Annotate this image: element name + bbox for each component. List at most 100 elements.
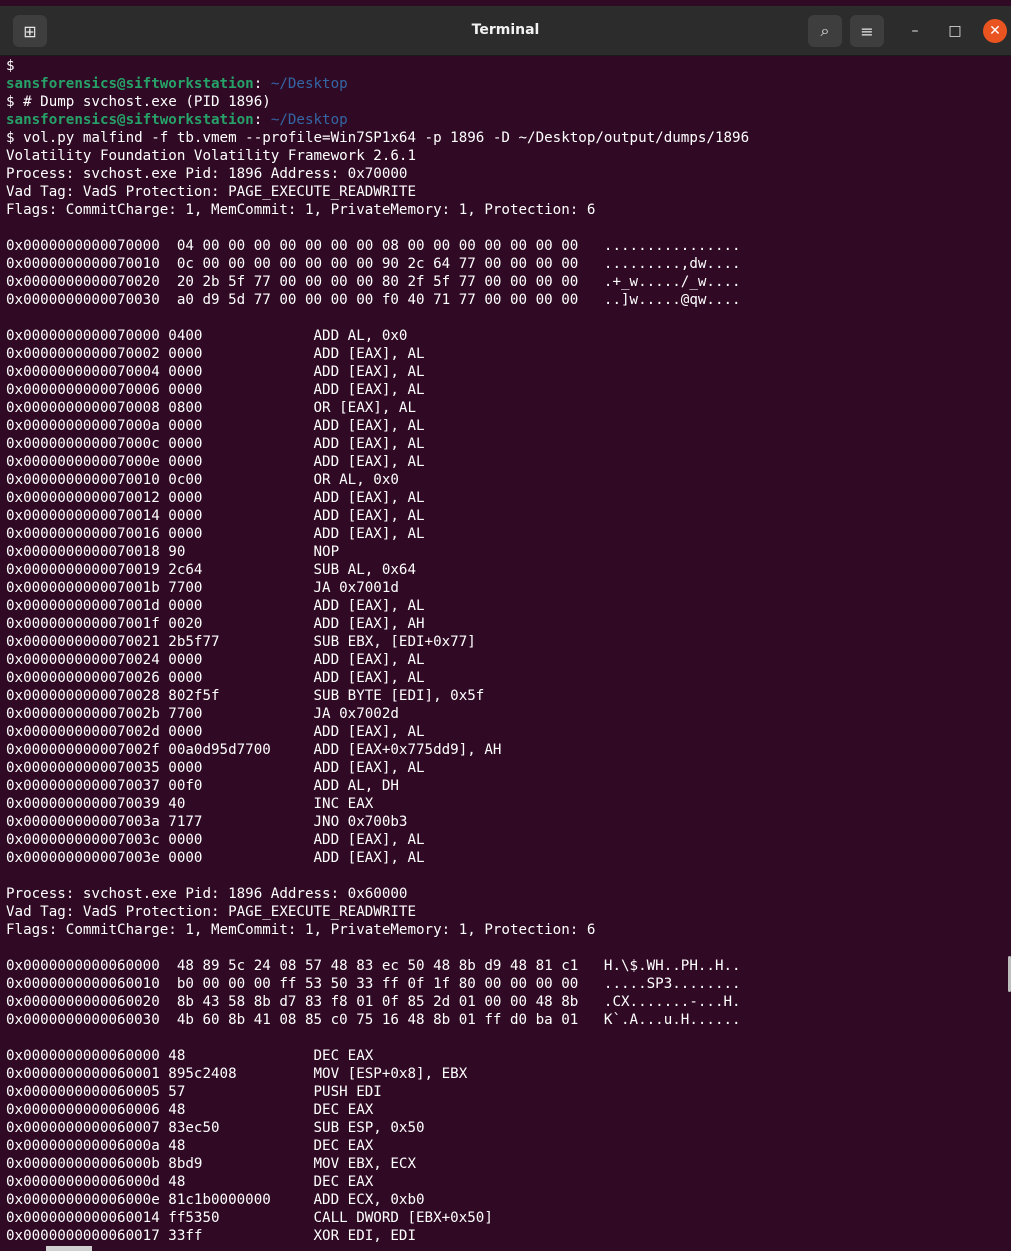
- output-text: 0x0000000000070012 0000 ADD [EAX], AL: [6, 490, 425, 506]
- hamburger-menu-icon: ≡: [860, 21, 874, 41]
- output-line: 0x0000000000070002 0000 ADD [EAX], AL: [6, 345, 1011, 363]
- output-text: 0x0000000000070039 40 INC EAX: [6, 796, 374, 812]
- output-text: 0x000000000007003c 0000 ADD [EAX], AL: [6, 832, 425, 848]
- maximize-icon: □: [948, 23, 962, 39]
- output-line: Vad Tag: VadS Protection: PAGE_EXECUTE_R…: [6, 183, 1011, 201]
- output-line: 0x0000000000070028 802f5f SUB BYTE [EDI]…: [6, 687, 1011, 705]
- output-line: 0x0000000000070020 20 2b 5f 77 00 00 00 …: [6, 273, 1011, 291]
- output-line: Vad Tag: VadS Protection: PAGE_EXECUTE_R…: [6, 903, 1011, 921]
- output-line: 0x0000000000070021 2b5f77 SUB EBX, [EDI+…: [6, 633, 1011, 651]
- output-text: 0x0000000000070006 0000 ADD [EAX], AL: [6, 382, 425, 398]
- terminal-window: ⊞ Terminal ⌕ ≡ – □ ✕ $ sansforensics@sift…: [0, 0, 1011, 1251]
- output-line: 0x0000000000060006 48 DEC EAX: [6, 1101, 1011, 1119]
- minimize-icon: –: [911, 23, 919, 39]
- output-line: 0x000000000007002b 7700 JA 0x7002d: [6, 705, 1011, 723]
- output-text: 0x000000000006000a 48 DEC EAX: [6, 1138, 374, 1154]
- output-text: Volatility Foundation Volatility Framewo…: [6, 148, 416, 164]
- output-line: 0x000000000006000d 48 DEC EAX: [6, 1173, 1011, 1191]
- output-text: 0x0000000000060014 ff5350 CALL DWORD [EB…: [6, 1210, 493, 1226]
- output-line: 0x000000000007003e 0000 ADD [EAX], AL: [6, 849, 1011, 867]
- output-text: 0x0000000000070028 802f5f SUB BYTE [EDI]…: [6, 688, 485, 704]
- output-line: 0x000000000006000e 81c1b0000000 ADD ECX,…: [6, 1191, 1011, 1209]
- horizontal-scrollbar-thumb[interactable]: [46, 1246, 92, 1251]
- maximize-button[interactable]: □: [943, 19, 967, 43]
- close-icon: ✕: [989, 23, 1001, 39]
- output-line: 0x0000000000070030 a0 d9 5d 77 00 00 00 …: [6, 291, 1011, 309]
- output-text: Process: svchost.exe Pid: 1896 Address: …: [6, 166, 408, 182]
- output-line: 0x000000000006000a 48 DEC EAX: [6, 1137, 1011, 1155]
- output-line: 0x0000000000070006 0000 ADD [EAX], AL: [6, 381, 1011, 399]
- output-text: Flags: CommitCharge: 1, MemCommit: 1, Pr…: [6, 922, 596, 938]
- output-text: 0x000000000007000e 0000 ADD [EAX], AL: [6, 454, 425, 470]
- output-text: Vad Tag: VadS Protection: PAGE_EXECUTE_R…: [6, 904, 416, 920]
- prompt-user-host: sansforensics@siftworkstation: [6, 76, 254, 92]
- output-text: 0x0000000000060000 48 DEC EAX: [6, 1048, 374, 1064]
- output-line: 0x0000000000070010 0c 00 00 00 00 00 00 …: [6, 255, 1011, 273]
- output-text: 0x000000000006000b 8bd9 MOV EBX, ECX: [6, 1156, 416, 1172]
- output-line: 0x000000000007003c 0000 ADD [EAX], AL: [6, 831, 1011, 849]
- search-icon: ⌕: [820, 21, 830, 40]
- output-text: 0x000000000007001b 7700 JA 0x7001d: [6, 580, 399, 596]
- output-text: 0x0000000000060000 48 89 5c 24 08 57 48 …: [6, 958, 741, 974]
- output-line: 0x000000000007001d 0000 ADD [EAX], AL: [6, 597, 1011, 615]
- output-text: 0x0000000000070019 2c64 SUB AL, 0x64: [6, 562, 416, 578]
- output-text: 0x0000000000070008 0800 OR [EAX], AL: [6, 400, 416, 416]
- output-text: 0x0000000000070000 04 00 00 00 00 00 00 …: [6, 238, 741, 254]
- output-line: Flags: CommitCharge: 1, MemCommit: 1, Pr…: [6, 921, 1011, 939]
- minimize-button[interactable]: –: [903, 19, 927, 43]
- output-text: 0x0000000000060006 48 DEC EAX: [6, 1102, 374, 1118]
- output-text: 0x000000000006000e 81c1b0000000 ADD ECX,…: [6, 1192, 425, 1208]
- output-line: 0x0000000000060005 57 PUSH EDI: [6, 1083, 1011, 1101]
- output-text: 0x000000000007000c 0000 ADD [EAX], AL: [6, 436, 425, 452]
- prompt-separator: :: [253, 76, 271, 92]
- output-text: $: [6, 58, 15, 74]
- output-text: 0x0000000000070016 0000 ADD [EAX], AL: [6, 526, 425, 542]
- output-text: 0x0000000000070037 00f0 ADD AL, DH: [6, 778, 399, 794]
- prompt-separator: :: [253, 112, 271, 128]
- output-line: 0x0000000000070026 0000 ADD [EAX], AL: [6, 669, 1011, 687]
- output-line: 0x0000000000060017 33ff XOR EDI, EDI: [6, 1227, 1011, 1245]
- output-line: 0x000000000007000c 0000 ADD [EAX], AL: [6, 435, 1011, 453]
- output-line: 0x0000000000070018 90 NOP: [6, 543, 1011, 561]
- menu-button[interactable]: ≡: [850, 15, 884, 47]
- output-text: 0x0000000000060010 b0 00 00 00 ff 53 50 …: [6, 976, 741, 992]
- output-line: 0x0000000000060014 ff5350 CALL DWORD [EB…: [6, 1209, 1011, 1227]
- output-text: 0x000000000007001d 0000 ADD [EAX], AL: [6, 598, 425, 614]
- output-line: 0x0000000000070012 0000 ADD [EAX], AL: [6, 489, 1011, 507]
- output-line: 0x0000000000060007 83ec50 SUB ESP, 0x50: [6, 1119, 1011, 1137]
- output-line: 0x000000000007000e 0000 ADD [EAX], AL: [6, 453, 1011, 471]
- output-text: 0x0000000000070010 0c 00 00 00 00 00 00 …: [6, 256, 741, 272]
- output-line: Process: svchost.exe Pid: 1896 Address: …: [6, 885, 1011, 903]
- output-line: $ vol.py malfind -f tb.vmem --profile=Wi…: [6, 129, 1011, 147]
- search-button[interactable]: ⌕: [808, 15, 842, 47]
- output-line: 0x0000000000070039 40 INC EAX: [6, 795, 1011, 813]
- output-text: 0x000000000007003a 7177 JNO 0x700b3: [6, 814, 408, 830]
- prompt-line: sansforensics@siftworkstation: ~/Desktop: [6, 75, 1011, 93]
- output-text: 0x000000000007002b 7700 JA 0x7002d: [6, 706, 399, 722]
- title-bar[interactable]: ⊞ Terminal ⌕ ≡ – □ ✕: [0, 6, 1011, 56]
- output-line: 0x0000000000070000 04 00 00 00 00 00 00 …: [6, 237, 1011, 255]
- output-text: 0x0000000000070026 0000 ADD [EAX], AL: [6, 670, 425, 686]
- output-line: 0x0000000000060001 895c2408 MOV [ESP+0x8…: [6, 1065, 1011, 1083]
- output-text: $ vol.py malfind -f tb.vmem --profile=Wi…: [6, 130, 750, 146]
- output-text: 0x0000000000070020 20 2b 5f 77 00 00 00 …: [6, 274, 741, 290]
- prompt-line: sansforensics@siftworkstation: ~/Desktop: [6, 111, 1011, 129]
- output-text: 0x0000000000060001 895c2408 MOV [ESP+0x8…: [6, 1066, 468, 1082]
- prompt-user-host: sansforensics@siftworkstation: [6, 112, 254, 128]
- terminal-output[interactable]: $ sansforensics@siftworkstation: ~/Deskto…: [6, 57, 1011, 1251]
- output-line: Process: svchost.exe Pid: 1896 Address: …: [6, 165, 1011, 183]
- close-button[interactable]: ✕: [983, 19, 1007, 43]
- output-text: Process: svchost.exe Pid: 1896 Address: …: [6, 886, 408, 902]
- output-line: 0x000000000007001f 0020 ADD [EAX], AH: [6, 615, 1011, 633]
- output-line: 0x0000000000060000 48 DEC EAX: [6, 1047, 1011, 1065]
- output-text: 0x0000000000070035 0000 ADD [EAX], AL: [6, 760, 425, 776]
- output-line: 0x0000000000070024 0000 ADD [EAX], AL: [6, 651, 1011, 669]
- output-line: 0x0000000000070010 0c00 OR AL, 0x0: [6, 471, 1011, 489]
- output-text: 0x0000000000060017 33ff XOR EDI, EDI: [6, 1228, 416, 1244]
- output-line: Flags: CommitCharge: 1, MemCommit: 1, Pr…: [6, 201, 1011, 219]
- output-text: 0x000000000007002d 0000 ADD [EAX], AL: [6, 724, 425, 740]
